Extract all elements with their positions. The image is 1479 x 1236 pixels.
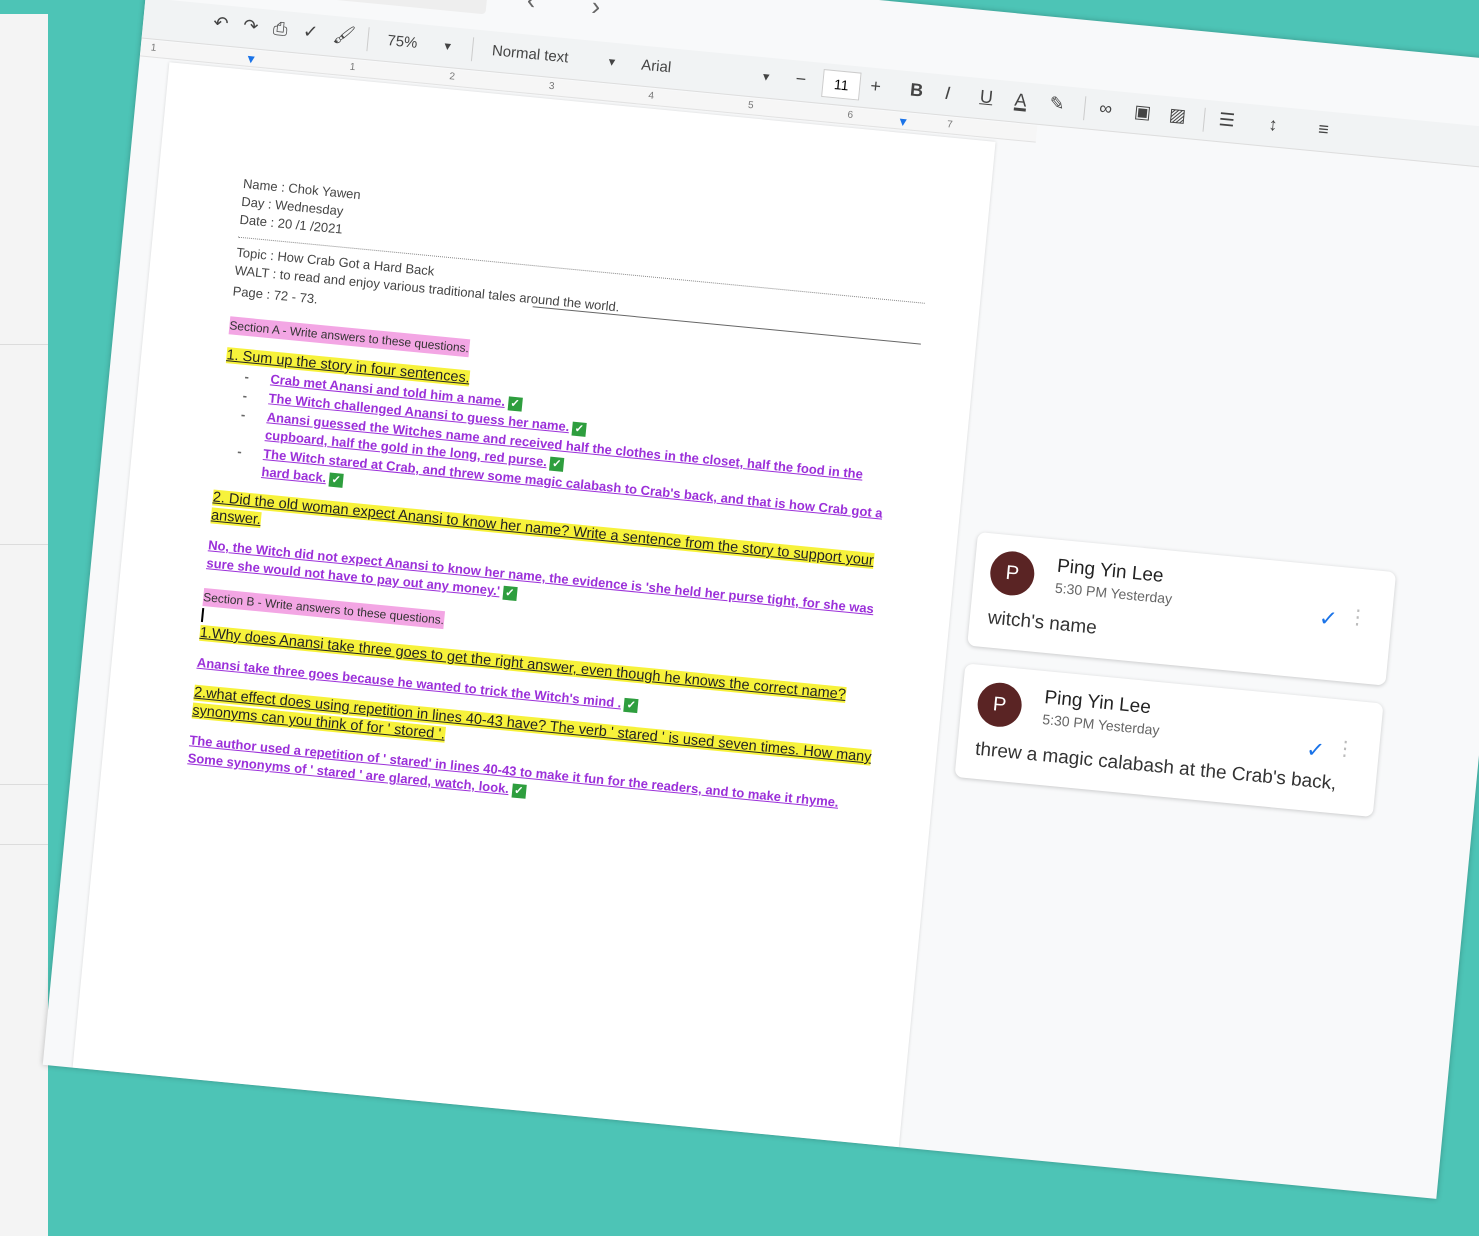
ruler-tick: 6 bbox=[846, 109, 854, 122]
highlight-icon[interactable]: ✎ bbox=[1049, 93, 1066, 115]
avatar: P bbox=[975, 680, 1024, 729]
check-icon: ✓ bbox=[549, 456, 565, 472]
numbered-list-icon[interactable]: ≡ bbox=[1317, 119, 1329, 141]
underline-button[interactable]: U bbox=[979, 86, 994, 108]
divider bbox=[1202, 107, 1206, 132]
paint-format-icon[interactable]: 🖌 bbox=[332, 24, 357, 47]
check-icon: ✓ bbox=[511, 783, 527, 799]
link-icon[interactable]: ∞ bbox=[1098, 98, 1113, 120]
align-icon[interactable]: ☰ bbox=[1218, 109, 1236, 131]
indent-marker-icon[interactable]: ▼ bbox=[244, 52, 257, 67]
zoom-select[interactable]: 75% bbox=[387, 32, 419, 52]
more-options-icon[interactable]: ⋮ bbox=[1334, 735, 1356, 762]
ruler-tick: 2 bbox=[448, 71, 456, 83]
font-family-select[interactable]: Arial bbox=[640, 57, 672, 77]
comments-panel: P Ping Yin Lee 5:30 PM Yesterday ✓ ⋮ wit… bbox=[953, 531, 1397, 835]
divider bbox=[0, 344, 48, 345]
paragraph-style-select[interactable]: Normal text bbox=[491, 42, 569, 66]
font-size-input[interactable]: 11 bbox=[821, 69, 862, 101]
comment-card[interactable]: P Ping Yin Lee 5:30 PM Yesterday ✓ ⋮ thr… bbox=[954, 663, 1384, 818]
resolve-check-icon[interactable]: ✓ bbox=[1318, 605, 1339, 633]
italic-button[interactable]: I bbox=[944, 83, 951, 104]
undo-icon[interactable]: ↶ bbox=[212, 12, 229, 34]
divider bbox=[0, 544, 48, 545]
redo-icon[interactable]: ↷ bbox=[242, 15, 259, 37]
increase-font-size-button[interactable]: + bbox=[869, 76, 881, 98]
previous-edit-button[interactable]: ‹ bbox=[526, 0, 538, 16]
check-icon: ✓ bbox=[507, 395, 523, 412]
add-comment-icon[interactable]: ▣ bbox=[1133, 101, 1152, 124]
print-icon[interactable]: ⎙ bbox=[272, 18, 288, 40]
ruler-tick: 1 bbox=[150, 42, 157, 54]
ruler-tick: 1 bbox=[349, 61, 356, 74]
next-edit-button[interactable]: › bbox=[590, 0, 602, 22]
line-spacing-icon[interactable]: ↕ bbox=[1268, 114, 1279, 136]
caret-down-icon[interactable]: ▼ bbox=[442, 40, 454, 53]
ruler-tick: 4 bbox=[647, 90, 655, 102]
divider bbox=[0, 844, 48, 845]
check-icon: ✓ bbox=[502, 585, 518, 601]
section-b-heading: Section B - Write answers to these quest… bbox=[202, 588, 445, 630]
ruler-tick: 5 bbox=[747, 99, 754, 112]
right-indent-marker-icon[interactable]: ▼ bbox=[896, 114, 909, 129]
document-body[interactable]: Name : Chok Yawen Day : Wednesday Date :… bbox=[187, 175, 931, 833]
background-document-strip bbox=[0, 14, 48, 1236]
caret-down-icon[interactable]: ▼ bbox=[760, 71, 772, 84]
divider bbox=[1083, 96, 1087, 121]
caret-down-icon[interactable]: ▼ bbox=[606, 56, 618, 69]
avatar: P bbox=[988, 549, 1037, 598]
divider bbox=[470, 37, 475, 62]
bold-button[interactable]: B bbox=[909, 79, 924, 101]
text-color-button[interactable]: A bbox=[1014, 90, 1028, 112]
decrease-font-size-button[interactable]: − bbox=[795, 68, 807, 90]
document-page[interactable]: Name : Chok Yawen Day : Wednesday Date :… bbox=[72, 62, 996, 1148]
divider bbox=[366, 27, 370, 52]
more-options-icon[interactable]: ⋮ bbox=[1347, 604, 1369, 631]
docs-window: ✓ ▼ ‹ › ↶ ↷ ⎙ ✓ 🖌 75% ▼ Normal text ▼ Ar… bbox=[42, 0, 1479, 1199]
insert-image-icon[interactable]: ▨ bbox=[1168, 104, 1187, 127]
check-icon: ✓ bbox=[328, 472, 344, 488]
check-icon: ✓ bbox=[623, 697, 639, 713]
ruler-tick: 3 bbox=[548, 80, 555, 93]
resolve-check-icon[interactable]: ✓ bbox=[1305, 736, 1326, 764]
divider bbox=[0, 784, 48, 785]
ruler-tick: 7 bbox=[946, 119, 954, 131]
text-cursor bbox=[200, 607, 205, 623]
spellcheck-icon[interactable]: ✓ bbox=[302, 21, 319, 43]
check-icon: ✓ bbox=[571, 421, 587, 437]
comment-card[interactable]: P Ping Yin Lee 5:30 PM Yesterday ✓ ⋮ wit… bbox=[967, 531, 1397, 686]
